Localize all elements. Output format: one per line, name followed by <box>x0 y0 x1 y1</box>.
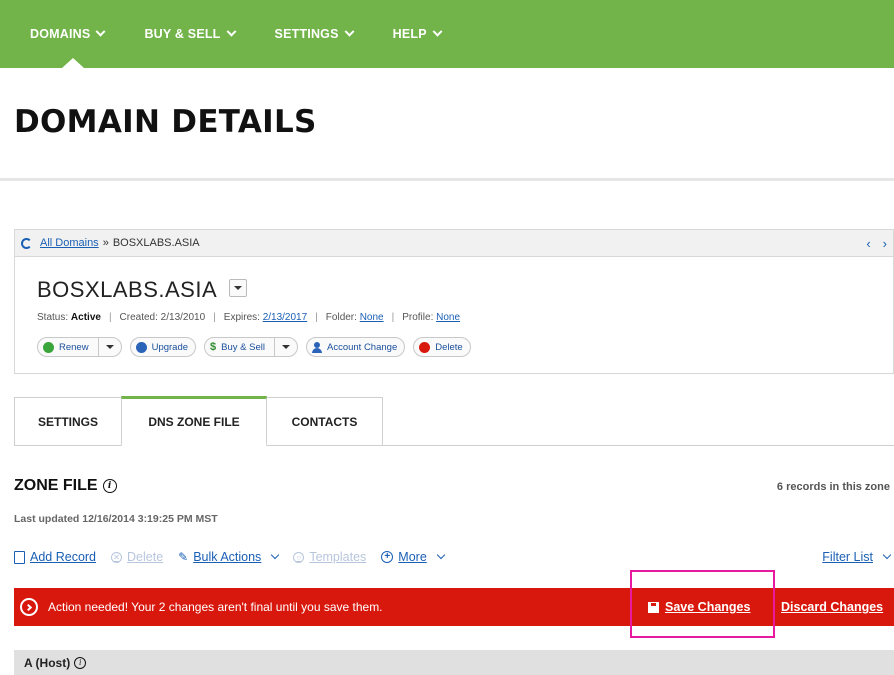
domain-panel: BOSXLABS.ASIA Status: Active | Created: … <box>14 257 894 374</box>
filter-list-label: Filter List <box>822 550 873 564</box>
last-updated: Last updated 12/16/2014 3:19:25 PM MST <box>14 513 218 525</box>
renew-icon <box>43 341 54 353</box>
section-title: A (Host) <box>24 655 71 670</box>
buy-sell-button[interactable]: $ Buy & Sell <box>204 337 298 357</box>
save-icon <box>648 601 659 613</box>
a-host-section-header[interactable]: A (Host) i <box>14 650 894 675</box>
status-value: Active <box>70 312 101 323</box>
folder-label: Folder: <box>325 312 357 323</box>
document-icon <box>14 550 25 564</box>
chevron-down-icon <box>344 26 355 37</box>
domain-name: BOSXLABS.ASIA <box>37 277 218 302</box>
discard-changes-button[interactable]: Discard Changes <box>781 600 883 614</box>
domain-actions: Renew Upgrade $ Buy & Sell Account Chang… <box>37 337 471 357</box>
next-icon[interactable]: › <box>883 236 887 251</box>
folder-link[interactable]: None <box>360 312 384 323</box>
more-label: More <box>398 550 427 564</box>
chevron-down-icon <box>271 550 280 560</box>
upgrade-label: Upgrade <box>151 341 189 353</box>
breadcrumb-current: BOSXLABS.ASIA <box>112 237 200 249</box>
tab-contacts[interactable]: CONTACTS <box>266 397 383 446</box>
account-change-label: Account Change <box>326 341 398 353</box>
nav-label: DOMAINS <box>30 27 91 41</box>
info-icon[interactable]: i <box>74 656 87 669</box>
info-icon[interactable]: i <box>102 479 117 493</box>
save-changes-button[interactable]: Save Changes <box>648 600 750 614</box>
delete-icon <box>419 341 431 353</box>
caret-down-icon <box>281 345 290 349</box>
refresh-icon[interactable] <box>21 237 32 249</box>
upgrade-button[interactable]: Upgrade <box>129 337 197 357</box>
templates-button[interactable]: ○ Templates <box>293 550 366 564</box>
nav-label: BUY & SELL <box>144 27 221 41</box>
add-record-label: Add Record <box>30 550 97 564</box>
caret-down-icon <box>105 345 114 349</box>
domain-meta: Status: Active | Created: 2/13/2010 | Ex… <box>37 312 461 323</box>
created-label: Created: 2/13/2010 <box>119 312 206 323</box>
alert-message: Action needed! Your 2 changes aren't fin… <box>48 600 383 614</box>
edit-icon: ✎ <box>178 550 189 564</box>
add-record-button[interactable]: Add Record <box>14 550 96 564</box>
bulk-actions-label: Bulk Actions <box>193 550 262 564</box>
zone-file-title: ZONE FILE i <box>14 477 117 495</box>
zone-file-label: ZONE FILE <box>14 477 98 494</box>
nav-help[interactable]: HELP <box>392 0 443 68</box>
records-count: 6 records in this zone <box>776 481 890 493</box>
chevron-down-icon <box>882 550 892 560</box>
renew-label: Renew <box>59 341 89 353</box>
close-circle-icon: ✕ <box>111 551 123 563</box>
delete-label: Delete <box>435 341 463 353</box>
profile-label: Profile: <box>402 312 434 323</box>
buy-sell-dropdown[interactable] <box>273 337 290 357</box>
breadcrumb-separator: » <box>102 237 109 249</box>
buy-sell-label: Buy & Sell <box>221 341 265 353</box>
nav-buy-sell[interactable]: BUY & SELL <box>144 0 236 68</box>
more-button[interactable]: + More <box>381 550 446 564</box>
breadcrumb-all-domains[interactable]: All Domains <box>40 237 99 249</box>
breadcrumb: All Domains » BOSXLABS.ASIA ‹ › <box>14 229 894 257</box>
active-nav-pointer <box>62 58 84 68</box>
zone-toolbar: Add Record ✕ Delete ✎ Bulk Actions ○ Tem… <box>14 550 459 564</box>
dollar-icon: $ <box>210 341 217 353</box>
divider <box>0 178 894 181</box>
page-title: DOMAIN DETAILS <box>14 104 317 140</box>
plus-circle-icon: + <box>381 551 394 563</box>
expires-label: Expires: <box>223 312 260 323</box>
account-change-button[interactable]: Account Change <box>305 337 406 357</box>
chevron-down-icon <box>436 550 446 560</box>
delete-domain-button[interactable]: Delete <box>413 337 471 357</box>
action-needed-alert: Action needed! Your 2 changes aren't fin… <box>14 588 894 626</box>
domain-dropdown-button[interactable] <box>229 279 247 297</box>
pager: ‹ › <box>866 236 887 251</box>
save-changes-label: Save Changes <box>665 600 751 614</box>
caret-down-icon <box>234 286 242 290</box>
prev-icon[interactable]: ‹ <box>866 236 870 251</box>
upgrade-icon <box>135 341 147 353</box>
tab-settings[interactable]: SETTINGS <box>14 397 122 446</box>
delete-record-button[interactable]: ✕ Delete <box>111 550 163 564</box>
chevron-down-icon <box>95 26 106 37</box>
delete-record-label: Delete <box>127 550 164 564</box>
top-nav: DOMAINS BUY & SELL SETTINGS HELP <box>0 0 894 68</box>
expires-link[interactable]: 2/13/2017 <box>263 312 308 323</box>
bulk-actions-button[interactable]: ✎ Bulk Actions <box>178 550 280 564</box>
renew-dropdown[interactable] <box>97 337 114 357</box>
profile-link[interactable]: None <box>436 312 460 323</box>
chevron-down-icon <box>226 26 236 37</box>
tab-dns-zone-file[interactable]: DNS ZONE FILE <box>121 396 267 446</box>
templates-label: Templates <box>309 550 367 564</box>
renew-button[interactable]: Renew <box>37 337 122 357</box>
chevron-right-circle-icon <box>20 598 38 616</box>
nav-label: SETTINGS <box>274 27 339 41</box>
user-icon <box>311 341 322 353</box>
status-label: Status: <box>37 312 69 323</box>
nav-label: HELP <box>392 27 427 41</box>
chevron-down-icon <box>432 26 443 37</box>
nav-settings[interactable]: SETTINGS <box>274 0 355 68</box>
template-icon: ○ <box>293 551 305 563</box>
filter-list-button[interactable]: Filter List <box>822 550 892 564</box>
